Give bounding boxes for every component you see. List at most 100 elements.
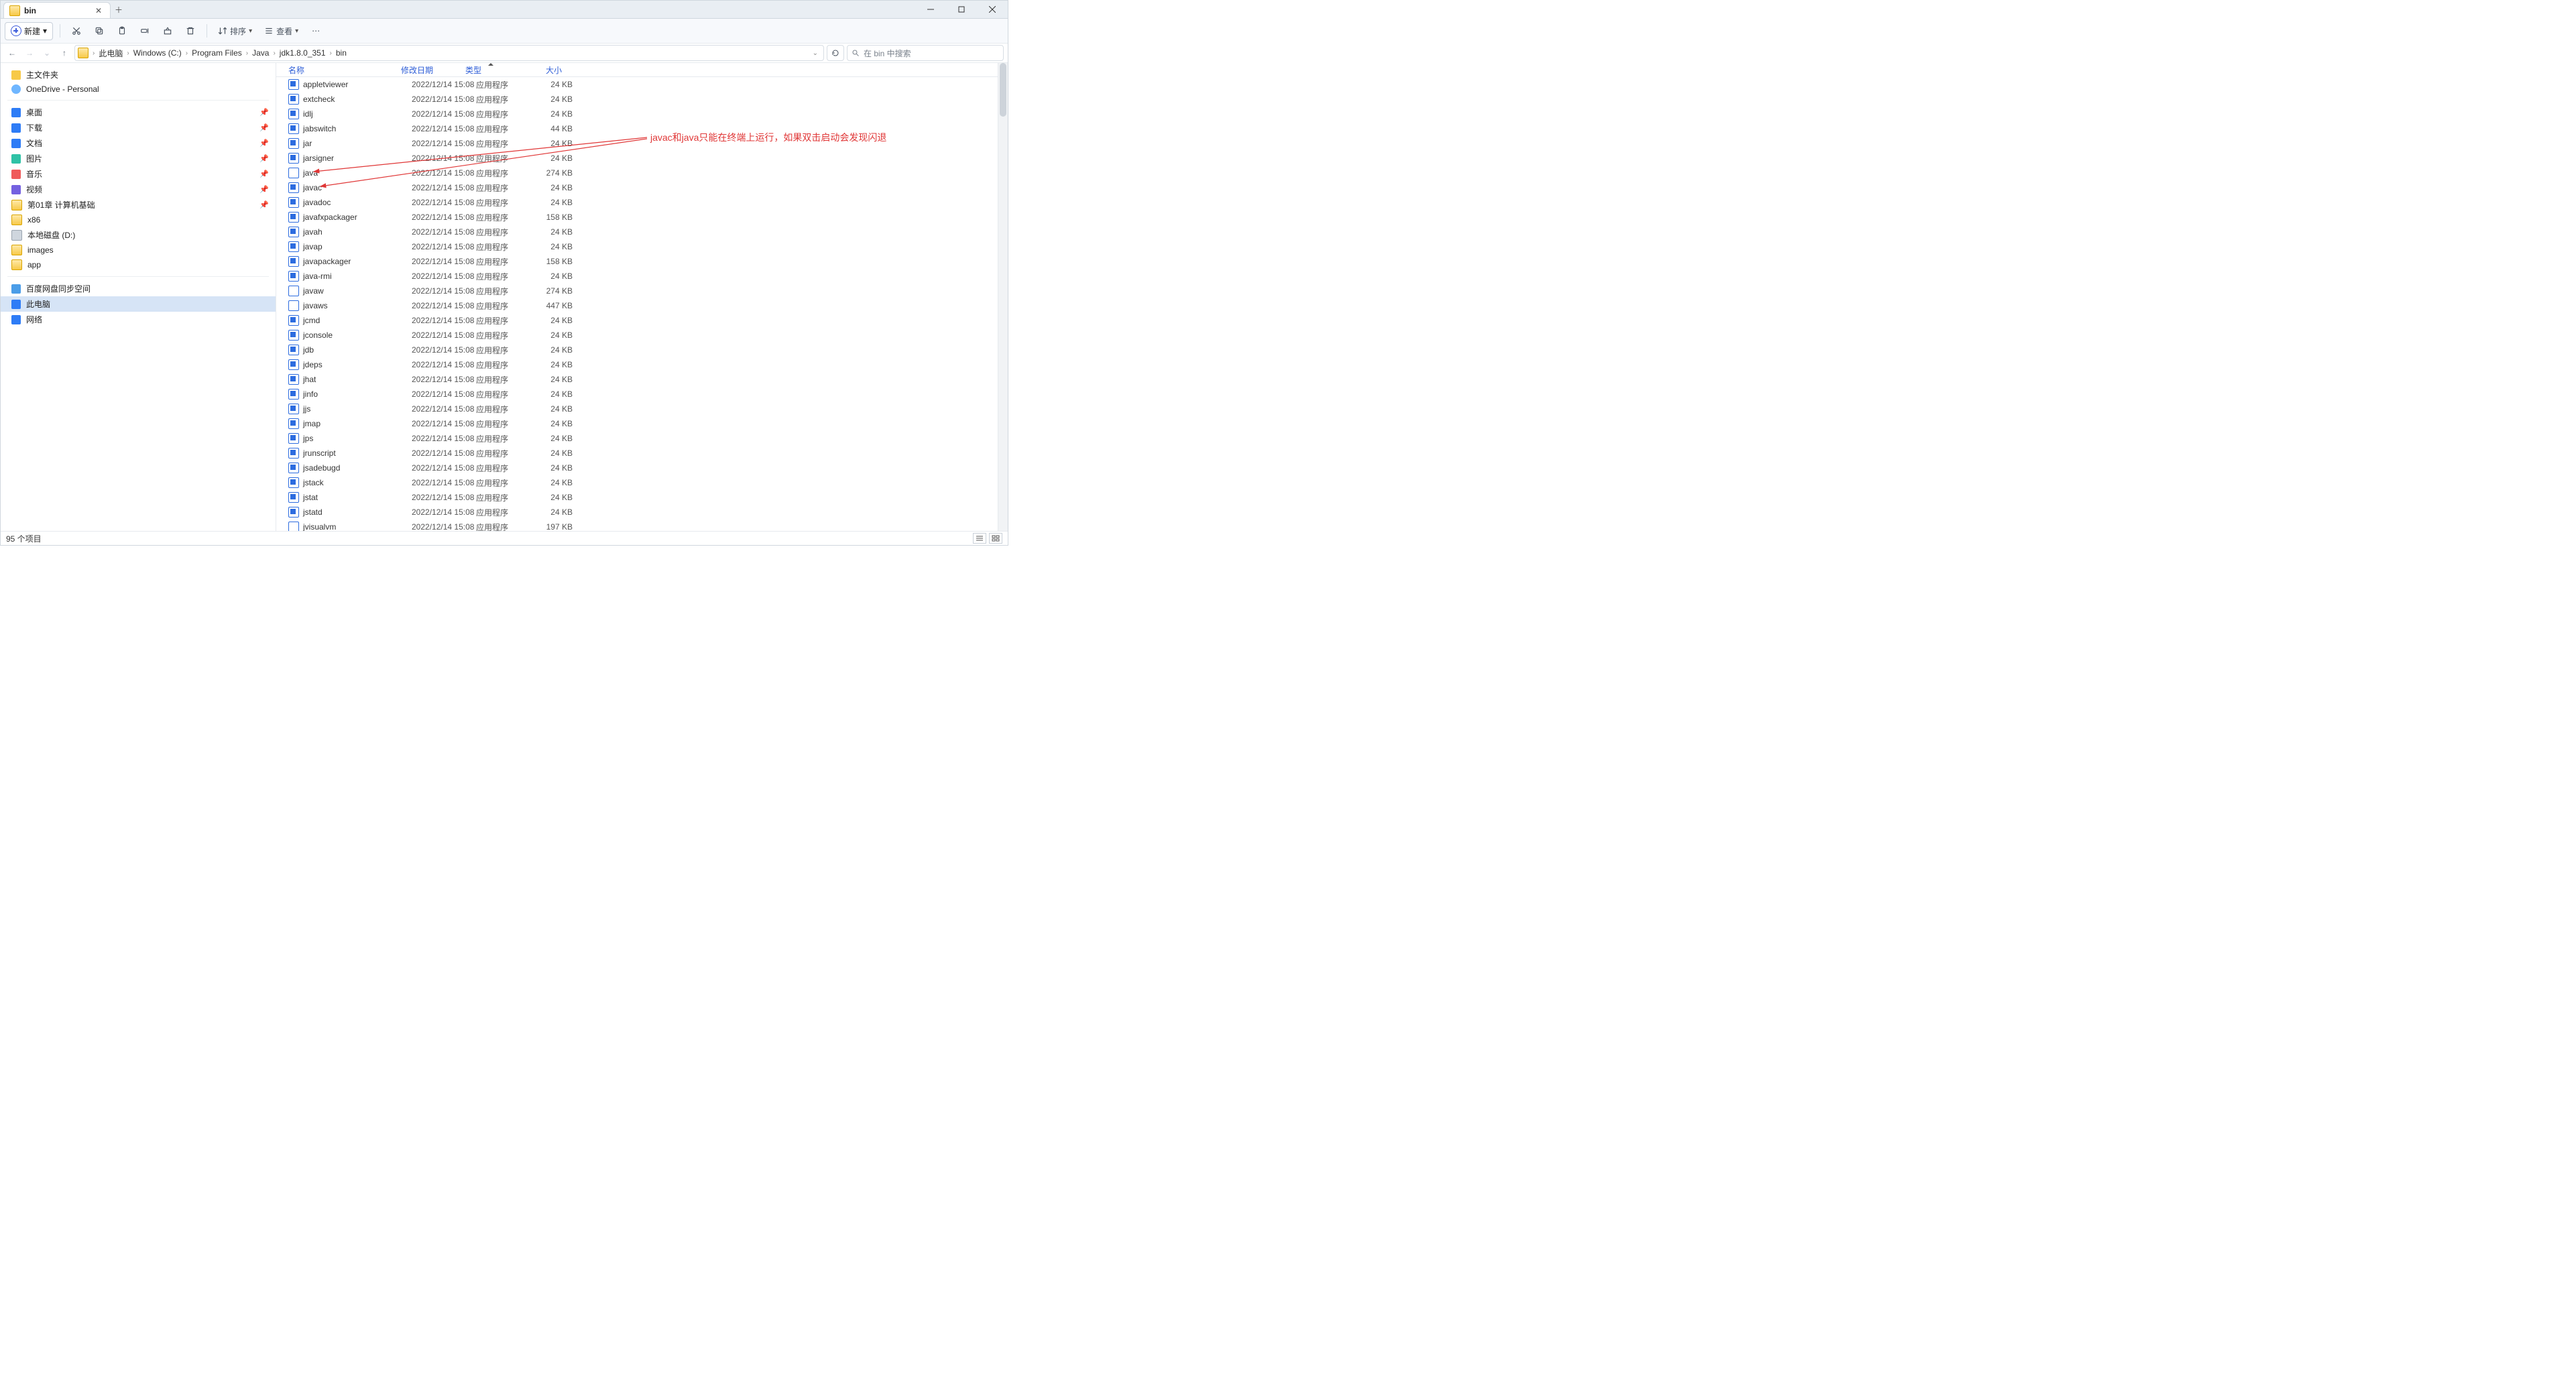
sidebar-item[interactable]: 文档📌	[1, 135, 276, 151]
rename-button[interactable]	[135, 22, 154, 40]
new-button[interactable]: 新建 ▾	[5, 22, 53, 40]
breadcrumb-segment[interactable]: Java	[249, 48, 272, 58]
breadcrumb-segment[interactable]: jdk1.8.0_351	[277, 48, 329, 58]
pin-icon: 📌	[259, 185, 269, 194]
column-headers[interactable]: 名称 修改日期 类型 大小	[276, 63, 998, 77]
file-row[interactable]: idlj2022/12/14 15:08应用程序24 KB	[276, 107, 998, 121]
paste-button[interactable]	[113, 22, 131, 40]
file-row[interactable]: javapackager2022/12/14 15:08应用程序158 KB	[276, 254, 998, 269]
file-row[interactable]: jvisualvm2022/12/14 15:08应用程序197 KB	[276, 520, 998, 531]
sidebar-item[interactable]: app	[1, 257, 276, 272]
up-button[interactable]: ↑	[57, 46, 72, 60]
breadcrumb-segment[interactable]: 此电脑	[96, 48, 125, 59]
breadcrumb-segment[interactable]: bin	[333, 48, 349, 58]
sidebar-onedrive[interactable]: OneDrive - Personal	[1, 82, 276, 96]
file-row[interactable]: jdb2022/12/14 15:08应用程序24 KB	[276, 343, 998, 357]
minimize-button[interactable]	[915, 1, 946, 18]
breadcrumb[interactable]: › 此电脑 › Windows (C:) › Program Files › J…	[74, 45, 824, 61]
recent-button[interactable]: ⌄	[40, 46, 54, 60]
file-row[interactable]: javac2022/12/14 15:08应用程序24 KB	[276, 180, 998, 195]
view-icons-button[interactable]	[989, 533, 1002, 544]
file-row[interactable]: javafxpackager2022/12/14 15:08应用程序158 KB	[276, 210, 998, 225]
file-row[interactable]: jinfo2022/12/14 15:08应用程序24 KB	[276, 387, 998, 402]
sidebar-this-pc[interactable]: 此电脑	[1, 296, 276, 312]
file-row[interactable]: jjs2022/12/14 15:08应用程序24 KB	[276, 402, 998, 416]
file-row[interactable]: jstat2022/12/14 15:08应用程序24 KB	[276, 490, 998, 505]
file-row[interactable]: jcmd2022/12/14 15:08应用程序24 KB	[276, 313, 998, 328]
file-row[interactable]: java2022/12/14 15:08应用程序274 KB	[276, 166, 998, 180]
close-button[interactable]	[977, 1, 1008, 18]
file-row[interactable]: jstack2022/12/14 15:08应用程序24 KB	[276, 475, 998, 490]
sidebar-baidu[interactable]: 百度网盘同步空间	[1, 281, 276, 296]
exe-icon	[288, 79, 299, 90]
sidebar-item[interactable]: 音乐📌	[1, 166, 276, 182]
file-row[interactable]: javaw2022/12/14 15:08应用程序274 KB	[276, 284, 998, 298]
breadcrumb-segment[interactable]: Windows (C:)	[131, 48, 184, 58]
sidebar-item[interactable]: 下载📌	[1, 120, 276, 135]
cut-button[interactable]	[67, 22, 86, 40]
sidebar-item[interactable]: 桌面📌	[1, 105, 276, 120]
file-row[interactable]: javadoc2022/12/14 15:08应用程序24 KB	[276, 195, 998, 210]
scrollbar-thumb[interactable]	[1000, 63, 1006, 117]
pin-icon: 📌	[259, 200, 269, 209]
exe-icon	[288, 389, 299, 400]
sidebar-item[interactable]: 视频📌	[1, 182, 276, 197]
view-dropdown[interactable]: 查看 ▾	[260, 23, 302, 40]
column-size[interactable]: 大小	[522, 64, 567, 76]
sidebar-item[interactable]: 图片📌	[1, 151, 276, 166]
file-row[interactable]: extcheck2022/12/14 15:08应用程序24 KB	[276, 92, 998, 107]
column-name[interactable]: 名称	[288, 64, 401, 76]
exe-icon	[288, 168, 299, 178]
delete-button[interactable]	[181, 22, 200, 40]
tab-close-button[interactable]: ✕	[94, 6, 103, 15]
more-button[interactable]: ⋯	[306, 22, 325, 40]
share-button[interactable]	[158, 22, 177, 40]
sort-dropdown[interactable]: 排序 ▾	[214, 23, 256, 40]
file-row[interactable]: jhat2022/12/14 15:08应用程序24 KB	[276, 372, 998, 387]
sidebar-item[interactable]: images	[1, 243, 276, 257]
file-row[interactable]: jrunscript2022/12/14 15:08应用程序24 KB	[276, 446, 998, 461]
file-row[interactable]: jps2022/12/14 15:08应用程序24 KB	[276, 431, 998, 446]
file-date: 2022/12/14 15:08	[412, 478, 476, 487]
column-date[interactable]: 修改日期	[401, 64, 465, 76]
sidebar-item-label: images	[27, 245, 54, 255]
file-row[interactable]: jmap2022/12/14 15:08应用程序24 KB	[276, 416, 998, 431]
exe-icon	[288, 522, 299, 531]
file-row[interactable]: jar2022/12/14 15:08应用程序24 KB	[276, 136, 998, 151]
file-row[interactable]: java-rmi2022/12/14 15:08应用程序24 KB	[276, 269, 998, 284]
sidebar-home[interactable]: 主文件夹	[1, 67, 276, 82]
sidebar-item[interactable]: 本地磁盘 (D:)	[1, 227, 276, 243]
forward-button[interactable]: →	[22, 46, 37, 60]
file-date: 2022/12/14 15:08	[412, 301, 476, 310]
maximize-button[interactable]	[946, 1, 977, 18]
file-row[interactable]: javah2022/12/14 15:08应用程序24 KB	[276, 225, 998, 239]
file-row[interactable]: javap2022/12/14 15:08应用程序24 KB	[276, 239, 998, 254]
file-row[interactable]: jstatd2022/12/14 15:08应用程序24 KB	[276, 505, 998, 520]
sidebar[interactable]: 主文件夹 OneDrive - Personal 桌面📌下载📌文档📌图片📌音乐📌…	[1, 63, 276, 531]
copy-button[interactable]	[90, 22, 109, 40]
sidebar-item[interactable]: 第01章 计算机基础📌	[1, 197, 276, 213]
breadcrumb-segment[interactable]: Program Files	[189, 48, 245, 58]
file-row[interactable]: javaws2022/12/14 15:08应用程序447 KB	[276, 298, 998, 313]
scrollbar[interactable]	[998, 63, 1008, 531]
back-button[interactable]: ←	[5, 46, 19, 60]
file-row[interactable]: jsadebugd2022/12/14 15:08应用程序24 KB	[276, 461, 998, 475]
file-row[interactable]: jconsole2022/12/14 15:08应用程序24 KB	[276, 328, 998, 343]
file-list[interactable]: appletviewer2022/12/14 15:08应用程序24 KBext…	[276, 77, 998, 531]
sidebar-network[interactable]: 网络	[1, 312, 276, 327]
file-row[interactable]: jarsigner2022/12/14 15:08应用程序24 KB	[276, 151, 998, 166]
new-tab-button[interactable]: ＋	[111, 1, 127, 18]
chevron-down-icon[interactable]: ⌄	[813, 50, 821, 57]
window-tab[interactable]: bin ✕	[3, 2, 111, 18]
sidebar-item-label: 桌面	[26, 107, 42, 118]
pc-icon	[11, 300, 21, 309]
file-row[interactable]: jabswitch2022/12/14 15:08应用程序44 KB	[276, 121, 998, 136]
sidebar-item-label: x86	[27, 215, 40, 225]
file-row[interactable]: jdeps2022/12/14 15:08应用程序24 KB	[276, 357, 998, 372]
sidebar-item[interactable]: x86	[1, 213, 276, 227]
file-row[interactable]: appletviewer2022/12/14 15:08应用程序24 KB	[276, 77, 998, 92]
column-type[interactable]: 类型	[465, 64, 522, 76]
refresh-button[interactable]	[827, 45, 844, 61]
search-input[interactable]: 在 bin 中搜索	[847, 45, 1004, 61]
view-details-button[interactable]	[973, 533, 986, 544]
